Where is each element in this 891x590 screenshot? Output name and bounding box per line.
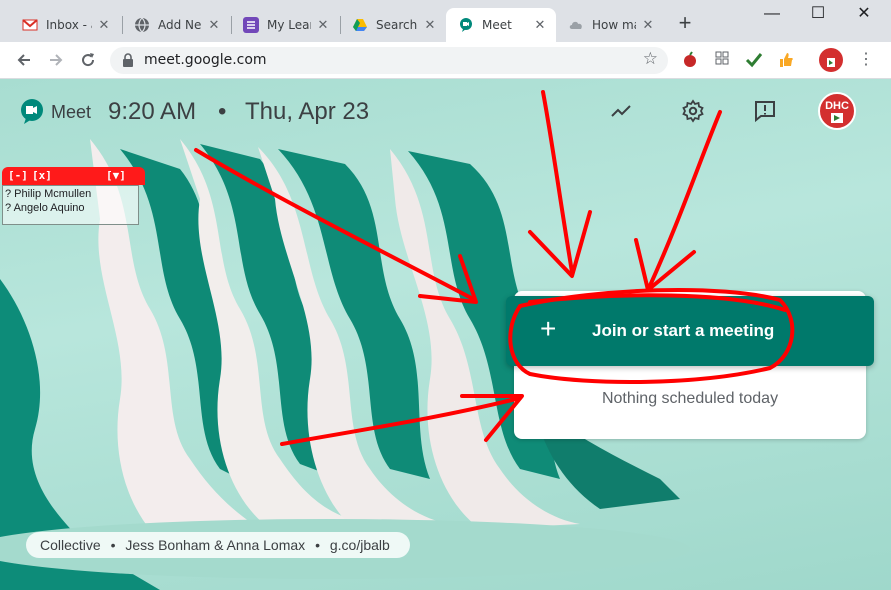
close-icon[interactable]: ✕	[315, 17, 331, 33]
maximize-button[interactable]: ☐	[795, 0, 841, 30]
current-date: Thu, Apr 23	[245, 98, 370, 125]
forward-button[interactable]	[44, 48, 68, 72]
tab-label: My Lean	[267, 18, 311, 32]
tab-label: Inbox - a	[46, 18, 92, 32]
tab-meet[interactable]: Meet ✕	[446, 8, 556, 42]
panel-minimize-button[interactable]: [-]	[8, 169, 28, 182]
tab-label: Meet	[482, 18, 512, 32]
close-icon[interactable]: ✕	[422, 17, 438, 33]
participants-list: ? Philip Mcmullen ? Angelo Aquino	[2, 185, 139, 225]
url-text: meet.google.com	[144, 52, 267, 68]
artwork-credits: Collective • Jess Bonham & Anna Lomax • …	[26, 532, 410, 558]
thumbs-up-extension-icon[interactable]	[777, 51, 795, 69]
credit-separator: •	[110, 537, 116, 553]
profile-avatar[interactable]: DHC	[818, 92, 856, 130]
panel-close-button[interactable]: [x]	[32, 169, 52, 182]
schedule-empty-text: Nothing scheduled today	[601, 390, 779, 407]
drive-icon	[353, 19, 367, 31]
credit-collective: Collective	[40, 537, 101, 553]
current-time: 9:20 AM	[108, 98, 197, 125]
close-window-button[interactable]: ✕	[841, 0, 887, 30]
back-arrow-icon	[17, 54, 30, 66]
tab-label: How ma	[592, 18, 636, 32]
gmail-icon	[22, 19, 38, 31]
meet-logo-icon	[21, 99, 43, 124]
close-icon[interactable]: ✕	[532, 17, 548, 33]
quality-trend-icon[interactable]	[609, 99, 633, 123]
avatar-initials: DHC	[825, 100, 849, 112]
back-button[interactable]	[12, 48, 36, 72]
avatar-badge-icon	[831, 113, 843, 123]
browser-toolbar: meet.google.com ☆ ⋮	[0, 42, 891, 79]
list-item: ? Philip Mcmullen	[5, 188, 92, 200]
close-icon[interactable]: ✕	[206, 17, 222, 33]
tab-strip: Inbox - a ✕ Add Ne ✕ My Lean ✕ Search r …	[0, 0, 891, 42]
meet-page: Meet 9:20 AM • Thu, Apr 23 DHC [-] [x] […	[0, 79, 891, 590]
address-bar[interactable]: meet.google.com ☆	[110, 47, 668, 74]
bookmark-star-icon[interactable]: ☆	[643, 49, 658, 69]
reload-button[interactable]	[76, 48, 100, 72]
profile-avatar-small[interactable]	[819, 48, 843, 72]
tab-add-new[interactable]: Add Ne ✕	[122, 8, 230, 42]
reload-icon	[82, 53, 95, 67]
credit-artists: Jess Bonham & Anna Lomax	[125, 537, 306, 553]
tab-search-drive[interactable]: Search r ✕	[340, 8, 446, 42]
plus-icon: +	[540, 313, 557, 344]
participants-panel-bar: [-] [x] [▼]	[2, 167, 145, 185]
settings-gear-icon[interactable]	[681, 99, 705, 123]
checkmark-extension-icon[interactable]	[745, 51, 763, 69]
panel-dropdown-button[interactable]: [▼]	[106, 169, 126, 182]
globe-icon	[135, 17, 149, 33]
tab-how-many[interactable]: How ma ✕	[556, 8, 664, 42]
tab-label: Add Ne	[158, 18, 202, 32]
meet-icon	[460, 18, 472, 32]
credit-separator: •	[315, 537, 320, 553]
lock-icon	[123, 53, 133, 67]
apple-extension-icon[interactable]	[681, 51, 699, 69]
close-icon[interactable]: ✕	[640, 17, 656, 33]
tab-label: Search r	[376, 18, 418, 32]
join-or-start-meeting-button[interactable]: + Join or start a meeting	[506, 296, 874, 366]
close-icon[interactable]: ✕	[96, 17, 112, 33]
new-tab-button[interactable]: +	[674, 12, 696, 34]
feedback-icon[interactable]	[753, 99, 777, 123]
meet-brand-name: Meet	[51, 102, 92, 122]
list-icon	[243, 17, 259, 33]
tab-my-learning[interactable]: My Lean ✕	[231, 8, 339, 42]
forward-arrow-icon	[50, 54, 63, 66]
browser-menu-icon[interactable]: ⋮	[857, 51, 875, 69]
credit-link[interactable]: g.co/jbalb	[330, 537, 390, 553]
minimize-button[interactable]: —	[749, 0, 795, 30]
list-item: ? Angelo Aquino	[5, 202, 85, 214]
tab-inbox[interactable]: Inbox - a ✕	[10, 8, 120, 42]
participants-panel: [-] [x] [▼] ? Philip Mcmullen ? Angelo A…	[2, 167, 145, 227]
cloud-icon	[569, 21, 582, 29]
meet-header: Meet 9:20 AM • Thu, Apr 23 DHC	[0, 79, 891, 145]
grid-extension-icon[interactable]	[713, 51, 731, 69]
join-button-label: Join or start a meeting	[592, 321, 775, 340]
time-date-separator: •	[218, 98, 227, 125]
